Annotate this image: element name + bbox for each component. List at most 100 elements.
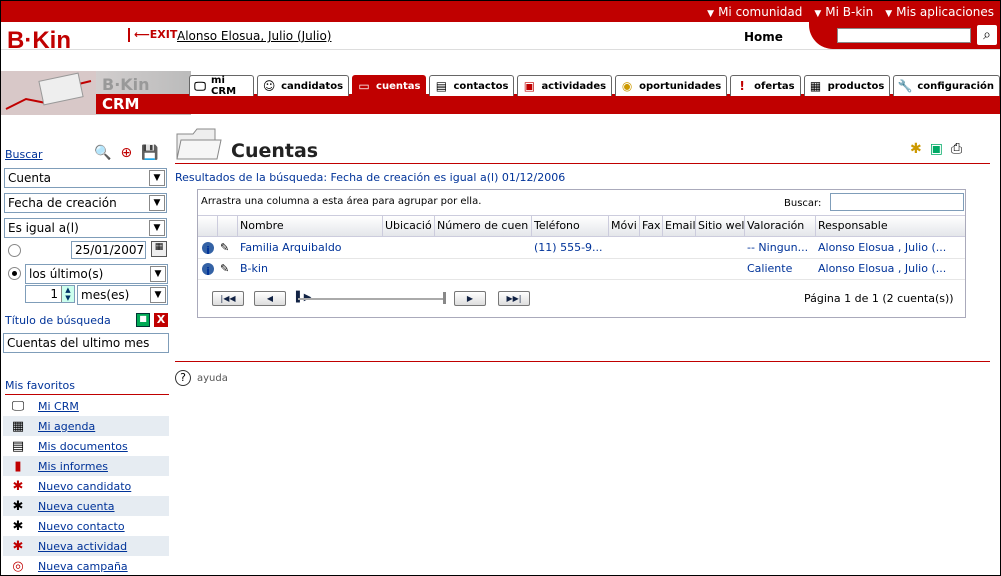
chevron-down-icon[interactable]: ▼ xyxy=(150,266,166,282)
header-divider xyxy=(1,49,1000,50)
range-radio[interactable] xyxy=(8,267,21,280)
grid-search-input[interactable] xyxy=(830,193,964,211)
cell-nombre[interactable]: B-kin xyxy=(238,259,383,279)
cell-email xyxy=(663,238,696,258)
tab-label: configuración xyxy=(917,80,994,92)
exit-button[interactable]: ⟵EXIT xyxy=(128,28,177,42)
col-numero-cuenta[interactable]: Número de cuen xyxy=(435,216,532,236)
range-select[interactable]: los último(s) ▼ xyxy=(25,264,168,284)
info-icon[interactable]: i xyxy=(202,242,214,254)
topnav-mi-comunidad[interactable]: ▼ Mi comunidad xyxy=(707,5,802,19)
table-row[interactable]: i ✎ Familia Arquibaldo (11) 555-9... -- … xyxy=(198,238,965,259)
chevron-down-icon[interactable]: ▼ xyxy=(149,220,165,236)
help-link[interactable]: ? ayuda xyxy=(175,370,228,386)
favorite-item[interactable]: ▦ Mi agenda xyxy=(3,416,169,436)
tab-label: productos xyxy=(827,80,885,92)
prev-page-button[interactable]: ◀ xyxy=(254,291,286,306)
favorite-link[interactable]: Mis documentos xyxy=(38,440,128,453)
favorite-link[interactable]: Mi CRM xyxy=(38,400,79,413)
print-icon[interactable]: ⎙ xyxy=(951,141,962,157)
favorite-item[interactable]: ✱ Nuevo candidato xyxy=(3,476,169,496)
col-fax[interactable]: Fax xyxy=(640,216,663,236)
tab-candidatos[interactable]: ☺ candidatos xyxy=(257,75,350,96)
new-account-icon[interactable]: ✱ xyxy=(910,141,922,157)
entity-select[interactable]: Cuenta ▼ xyxy=(4,168,167,188)
group-by-area[interactable]: Arrastra una columna a esta área para ag… xyxy=(201,196,481,207)
first-page-button[interactable]: |◀◀ xyxy=(212,291,244,306)
col-sitio-web[interactable]: Sitio wel xyxy=(696,216,745,236)
favorite-link[interactable]: Nueva actividad xyxy=(38,540,127,553)
favorite-item[interactable]: ▮ Mis informes xyxy=(3,456,169,476)
favorite-item[interactable]: ✱ Nueva cuenta xyxy=(3,496,169,516)
col-telefono[interactable]: Teléfono xyxy=(532,216,609,236)
info-icon[interactable]: i xyxy=(202,263,214,275)
col-ubicacion[interactable]: Ubicació xyxy=(383,216,435,236)
favorite-link[interactable]: Nuevo contacto xyxy=(38,520,125,533)
date-input[interactable]: 25/01/2007 xyxy=(71,241,146,259)
search-title-label: Título de búsqueda xyxy=(5,314,111,327)
home-link[interactable]: Home xyxy=(744,30,783,44)
col-responsable[interactable]: Responsable xyxy=(816,216,965,236)
favorite-item[interactable]: ✱ Nuevo contacto xyxy=(3,516,169,536)
cell-ubicacion xyxy=(383,238,435,258)
favorite-link[interactable]: Nuevo candidato xyxy=(38,480,131,493)
favorite-link[interactable]: Mis informes xyxy=(38,460,108,473)
table-row[interactable]: i ✎ B-kin Caliente Alonso Elosua , Julio… xyxy=(198,259,965,280)
col-email[interactable]: Email xyxy=(663,216,696,236)
favorite-link[interactable]: Mi agenda xyxy=(38,420,95,433)
user-link[interactable]: Alonso Elosua, Julio (Julio) xyxy=(177,29,331,43)
spinner-arrows-icon[interactable]: ▲ ▼ xyxy=(61,286,74,302)
chevron-down-icon[interactable]: ▼ xyxy=(150,287,166,303)
cell-nombre[interactable]: Familia Arquibaldo xyxy=(238,238,383,258)
folder-icon: ▭ xyxy=(358,79,370,93)
bkin-logo[interactable]: B·Kin xyxy=(7,27,71,55)
tab-contactos[interactable]: ▤ contactos xyxy=(429,75,515,96)
topnav-mis-aplicaciones[interactable]: ▼ Mis aplicaciones xyxy=(885,5,994,19)
help-icon[interactable]: ? xyxy=(175,370,191,386)
col-movil[interactable]: Móvi xyxy=(609,216,640,236)
col-nombre[interactable]: Nombre xyxy=(238,216,383,236)
excel-icon[interactable]: ▣ xyxy=(930,141,943,157)
topnav-mi-bkin[interactable]: ▼ Mi B-kin xyxy=(814,5,873,19)
tab-productos[interactable]: ▦ productos xyxy=(803,75,891,96)
info-cell[interactable]: i xyxy=(198,259,218,279)
close-icon[interactable]: X xyxy=(154,313,168,327)
slider-end-handle[interactable] xyxy=(443,292,446,304)
buscar-link[interactable]: Buscar xyxy=(5,148,43,161)
favorite-item[interactable]: 🖵 Mi CRM xyxy=(3,396,169,416)
global-search-input[interactable] xyxy=(837,28,971,43)
search-icon[interactable]: 🔍 xyxy=(94,145,111,161)
favorite-item[interactable]: ✱ Nueva actividad xyxy=(3,536,169,556)
last-page-button[interactable]: ▶▶| xyxy=(498,291,530,306)
favorite-link[interactable]: Nueva cuenta xyxy=(38,500,115,513)
tab-configuracion[interactable]: 🔧 configuración xyxy=(893,75,1000,96)
operator-select[interactable]: Es igual a(l) ▼ xyxy=(4,218,167,238)
edit-icon[interactable]: ✎ xyxy=(218,259,238,279)
edit-icon[interactable]: ✎ xyxy=(218,238,238,258)
favorite-item[interactable]: ▤ Mis documentos xyxy=(3,436,169,456)
col-valoracion[interactable]: Valoración xyxy=(745,216,816,236)
unit-select[interactable]: mes(es) ▼ xyxy=(77,285,168,305)
calendar-icon[interactable]: ▦ xyxy=(151,241,167,257)
chevron-down-icon[interactable]: ▼ xyxy=(149,170,165,186)
save-icon[interactable]: ■ xyxy=(136,313,150,327)
favorites-list: 🖵 Mi CRM ▦ Mi agenda ▤ Mis documentos ▮ Mis … xyxy=(3,396,169,576)
favorite-link[interactable]: Nueva campaña xyxy=(38,560,128,573)
search-title-input[interactable]: Cuentas del ultimo mes xyxy=(3,333,169,353)
advanced-search-icon[interactable]: ⊕ xyxy=(120,145,132,161)
tab-cuentas[interactable]: ▭ cuentas xyxy=(352,75,427,96)
date-radio[interactable] xyxy=(8,244,21,257)
info-cell[interactable]: i xyxy=(198,238,218,258)
help-label[interactable]: ayuda xyxy=(197,373,228,384)
tab-actividades[interactable]: ▣ actividades xyxy=(517,75,613,96)
tab-mi-crm[interactable]: 🖵 mi CRM xyxy=(189,75,255,97)
favorite-item[interactable]: ◎ Nueva campaña xyxy=(3,556,169,576)
search-icon[interactable]: ⌕ xyxy=(977,25,997,45)
next-page-button[interactable]: ▶ xyxy=(454,291,486,306)
chevron-down-icon[interactable]: ▼ xyxy=(149,195,165,211)
save-search-icon[interactable]: 💾 xyxy=(141,145,158,161)
page-slider[interactable] xyxy=(298,298,446,300)
field-select[interactable]: Fecha de creación ▼ xyxy=(4,193,167,213)
tab-oportunidades[interactable]: ◉ oportunidades xyxy=(615,75,728,96)
tab-ofertas[interactable]: ! ofertas xyxy=(730,75,801,96)
